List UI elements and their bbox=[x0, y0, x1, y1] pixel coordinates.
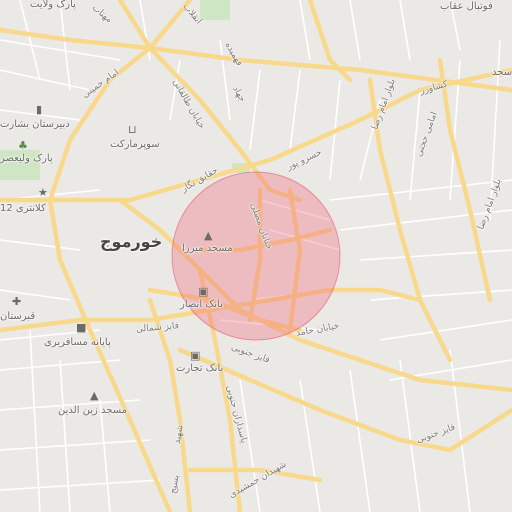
bank-icon: ▣ bbox=[198, 285, 209, 298]
place-label: سوپرمارکت bbox=[110, 139, 160, 150]
mosque-icon: ▲ bbox=[90, 389, 99, 402]
bank-icon: ▣ bbox=[190, 349, 201, 362]
mosque-icon: ▲ bbox=[204, 229, 213, 242]
place-label: کلانتری 12 bbox=[0, 203, 46, 214]
highlight-circle bbox=[171, 171, 341, 341]
cemetery-icon: ✚ bbox=[12, 295, 22, 308]
place-label: دبیرستان بشارت bbox=[0, 119, 70, 130]
place-label: مسجد زین الدین bbox=[58, 405, 128, 416]
park-tree-icon: ♣ bbox=[18, 139, 28, 152]
city-label: خورموج bbox=[100, 232, 163, 251]
place-label: فوتبال عقاب bbox=[440, 1, 493, 12]
place-label: بانک تجارت bbox=[176, 363, 224, 374]
place-label: قبرستان bbox=[0, 311, 36, 322]
shopping-cart-icon: ⊔ bbox=[128, 123, 137, 136]
place-label: بانک انصار bbox=[180, 299, 223, 310]
place-label: پارک ولایت bbox=[30, 0, 76, 10]
school-icon: ▮ bbox=[36, 103, 43, 116]
police-icon: ★ bbox=[38, 186, 48, 199]
place-label: پایانه مسافربری bbox=[44, 337, 111, 348]
park-area bbox=[200, 0, 230, 20]
place-label: مسجد میرزا bbox=[182, 243, 233, 254]
bus-icon: ■ bbox=[76, 321, 87, 334]
place-label: پارک ولیعصر bbox=[0, 153, 53, 164]
map-view[interactable]: خورموج پارک ولایت ▮ دبیرستان بشارت ♣ پار… bbox=[0, 0, 512, 512]
place-label: سجد bbox=[492, 67, 512, 78]
